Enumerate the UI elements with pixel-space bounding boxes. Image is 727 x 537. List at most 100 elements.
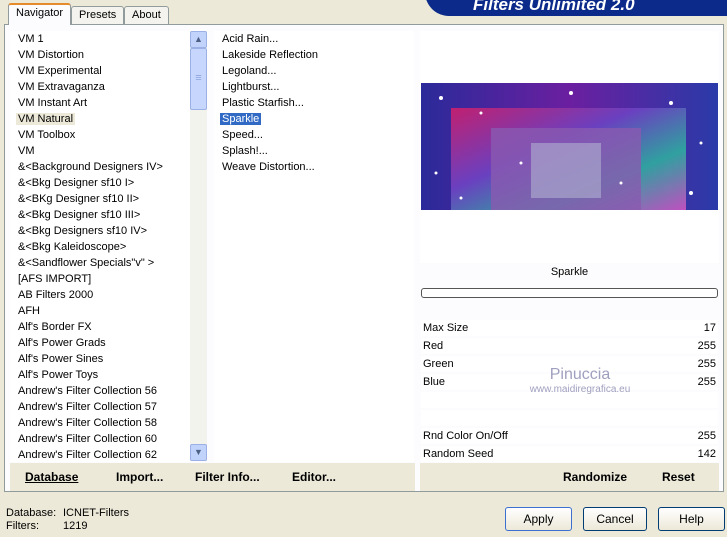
item-label: &<Bkg Designer sf10 III> — [18, 209, 141, 221]
category-item[interactable]: &<Sandflower Specials"v" > — [10, 255, 190, 271]
watermark: Pinuccia www.maidiregrafica.eu — [500, 366, 660, 395]
param-slider[interactable] — [421, 410, 718, 426]
category-item[interactable]: AFH — [10, 303, 190, 319]
category-item[interactable]: VM Toolbox — [10, 127, 190, 143]
param-label: Rnd Color On/Off — [423, 430, 508, 442]
filter-item[interactable]: Weave Distortion... — [214, 159, 414, 175]
item-label: Lightburst... — [222, 81, 280, 93]
apply-button[interactable]: Apply — [505, 507, 572, 531]
category-item[interactable]: Alf's Power Toys — [10, 367, 190, 383]
category-item[interactable]: VM Distortion — [10, 47, 190, 63]
item-label: Andrew's Filter Collection 60 — [18, 433, 158, 445]
item-label: &<BKg Designer sf10 II> — [18, 193, 140, 205]
item-label: Splash!... — [222, 145, 268, 157]
category-item[interactable]: Andrew's Filter Collection 56 — [10, 383, 190, 399]
item-label: Alf's Power Grads — [18, 337, 106, 349]
category-item[interactable]: &<Bkg Designer sf10 III> — [10, 207, 190, 223]
category-item[interactable]: VM Instant Art — [10, 95, 190, 111]
param-slider[interactable]: Red 255 — [421, 338, 718, 354]
param-value: 255 — [697, 358, 716, 370]
category-item[interactable]: Andrew's Filter Collection 57 — [10, 399, 190, 415]
item-label: [AFS IMPORT] — [18, 273, 92, 285]
category-item[interactable]: VM Natural — [10, 111, 190, 127]
tab-presets[interactable]: Presets — [71, 6, 125, 25]
param-label: Red — [423, 340, 444, 352]
category-list[interactable]: VM 1 VM Distortion VM Experimental VM Extra… — [10, 31, 190, 462]
category-item[interactable]: Andrew's Filter Collection 60 — [10, 431, 190, 447]
item-label: AFH — [18, 305, 40, 317]
category-item[interactable]: &<Bkg Kaleidoscope> — [10, 239, 190, 255]
filter-item[interactable]: Plastic Starfish... — [214, 95, 414, 111]
param-label: Random Seed — [423, 448, 494, 460]
category-item[interactable]: &<Bkg Designer sf10 I> — [10, 175, 190, 191]
scroll-down-button[interactable]: ▼ — [190, 444, 207, 461]
param-slider[interactable]: Max Size 17 — [421, 320, 718, 336]
filter-item[interactable]: Sparkle — [214, 111, 414, 127]
app-header: Filters Unlimited 2.0 — [425, 0, 727, 16]
scroll-up-button[interactable]: ▲ — [190, 31, 207, 48]
param-label: Blue — [423, 376, 446, 388]
filter-item[interactable]: Lakeside Reflection — [214, 47, 414, 63]
database-label: Database: — [6, 507, 57, 519]
filter-info-button[interactable]: Filter Info... — [195, 463, 260, 491]
editor-button[interactable]: Editor... — [292, 463, 336, 491]
status-info: Database: ICNET-Filters Filters: 1219 — [6, 507, 129, 533]
param-value: 255 — [697, 430, 716, 442]
filter-item[interactable]: Splash!... — [214, 143, 414, 159]
reset-button[interactable]: Reset — [662, 463, 695, 491]
filter-name-label: Sparkle — [550, 266, 589, 278]
item-label: &<Bkg Designer sf10 I> — [18, 177, 135, 189]
param-value: 255 — [697, 376, 716, 388]
filter-item[interactable]: Legoland... — [214, 63, 414, 79]
param-label: Max Size — [423, 322, 469, 334]
category-item[interactable]: VM — [10, 143, 190, 159]
category-item[interactable]: &<BKg Designer sf10 II> — [10, 191, 190, 207]
filter-item[interactable]: Speed... — [214, 127, 414, 143]
item-label: Weave Distortion... — [222, 161, 315, 173]
item-label: VM Toolbox — [18, 129, 76, 141]
item-label: &<Bkg Designers sf10 IV> — [18, 225, 148, 237]
filter-item[interactable]: Acid Rain... — [214, 31, 414, 47]
category-item[interactable]: VM Experimental — [10, 63, 190, 79]
filter-item[interactable]: Lightburst... — [214, 79, 414, 95]
item-label: VM Experimental — [18, 65, 102, 77]
database-button[interactable]: Database — [25, 463, 78, 491]
filters-count: 1219 — [63, 520, 88, 532]
watermark-name: Pinuccia — [549, 366, 611, 383]
category-item[interactable]: Alf's Power Grads — [10, 335, 190, 351]
category-item[interactable]: &<Bkg Designers sf10 IV> — [10, 223, 190, 239]
item-label: Legoland... — [222, 65, 277, 77]
tab-about[interactable]: About — [124, 6, 169, 25]
right-toolbar: Randomize Reset — [420, 463, 719, 491]
item-label: VM Natural — [16, 113, 76, 125]
category-scrollbar[interactable]: ▲ ≡ ▼ — [190, 31, 207, 461]
progress-bar — [421, 288, 718, 298]
database-value: ICNET-Filters — [63, 507, 129, 519]
category-item[interactable]: VM Extravaganza — [10, 79, 190, 95]
scroll-thumb[interactable]: ≡ — [190, 48, 207, 110]
item-label: Speed... — [222, 129, 263, 141]
item-label: Alf's Border FX — [18, 321, 92, 333]
cancel-button[interactable]: Cancel — [583, 507, 647, 531]
item-label: Andrew's Filter Collection 58 — [18, 417, 158, 429]
tab-navigator[interactable]: Navigator — [8, 3, 72, 25]
param-slider[interactable]: Random Seed 142 — [421, 446, 718, 462]
watermark-url: www.maidiregrafica.eu — [529, 384, 631, 395]
item-label: Alf's Power Sines — [18, 353, 104, 365]
import-button[interactable]: Import... — [116, 463, 163, 491]
category-item[interactable]: Andrew's Filter Collection 58 — [10, 415, 190, 431]
help-button[interactable]: Help — [658, 507, 725, 531]
param-value: 255 — [697, 340, 716, 352]
category-item[interactable]: Andrew's Filter Collection 62 — [10, 447, 190, 462]
category-item[interactable]: VM 1 — [10, 31, 190, 47]
category-item[interactable]: &<Background Designers IV> — [10, 159, 190, 175]
param-slider[interactable]: Rnd Color On/Off 255 — [421, 428, 718, 444]
category-item[interactable]: AB Filters 2000 — [10, 287, 190, 303]
category-item[interactable]: Alf's Border FX — [10, 319, 190, 335]
category-item[interactable]: Alf's Power Sines — [10, 351, 190, 367]
category-item[interactable]: [AFS IMPORT] — [10, 271, 190, 287]
filter-list[interactable]: Acid Rain... Lakeside Reflection Legoland.… — [214, 31, 414, 462]
filters-label: Filters: — [6, 520, 39, 532]
preview-image — [421, 83, 718, 210]
randomize-button[interactable]: Randomize — [563, 463, 627, 491]
